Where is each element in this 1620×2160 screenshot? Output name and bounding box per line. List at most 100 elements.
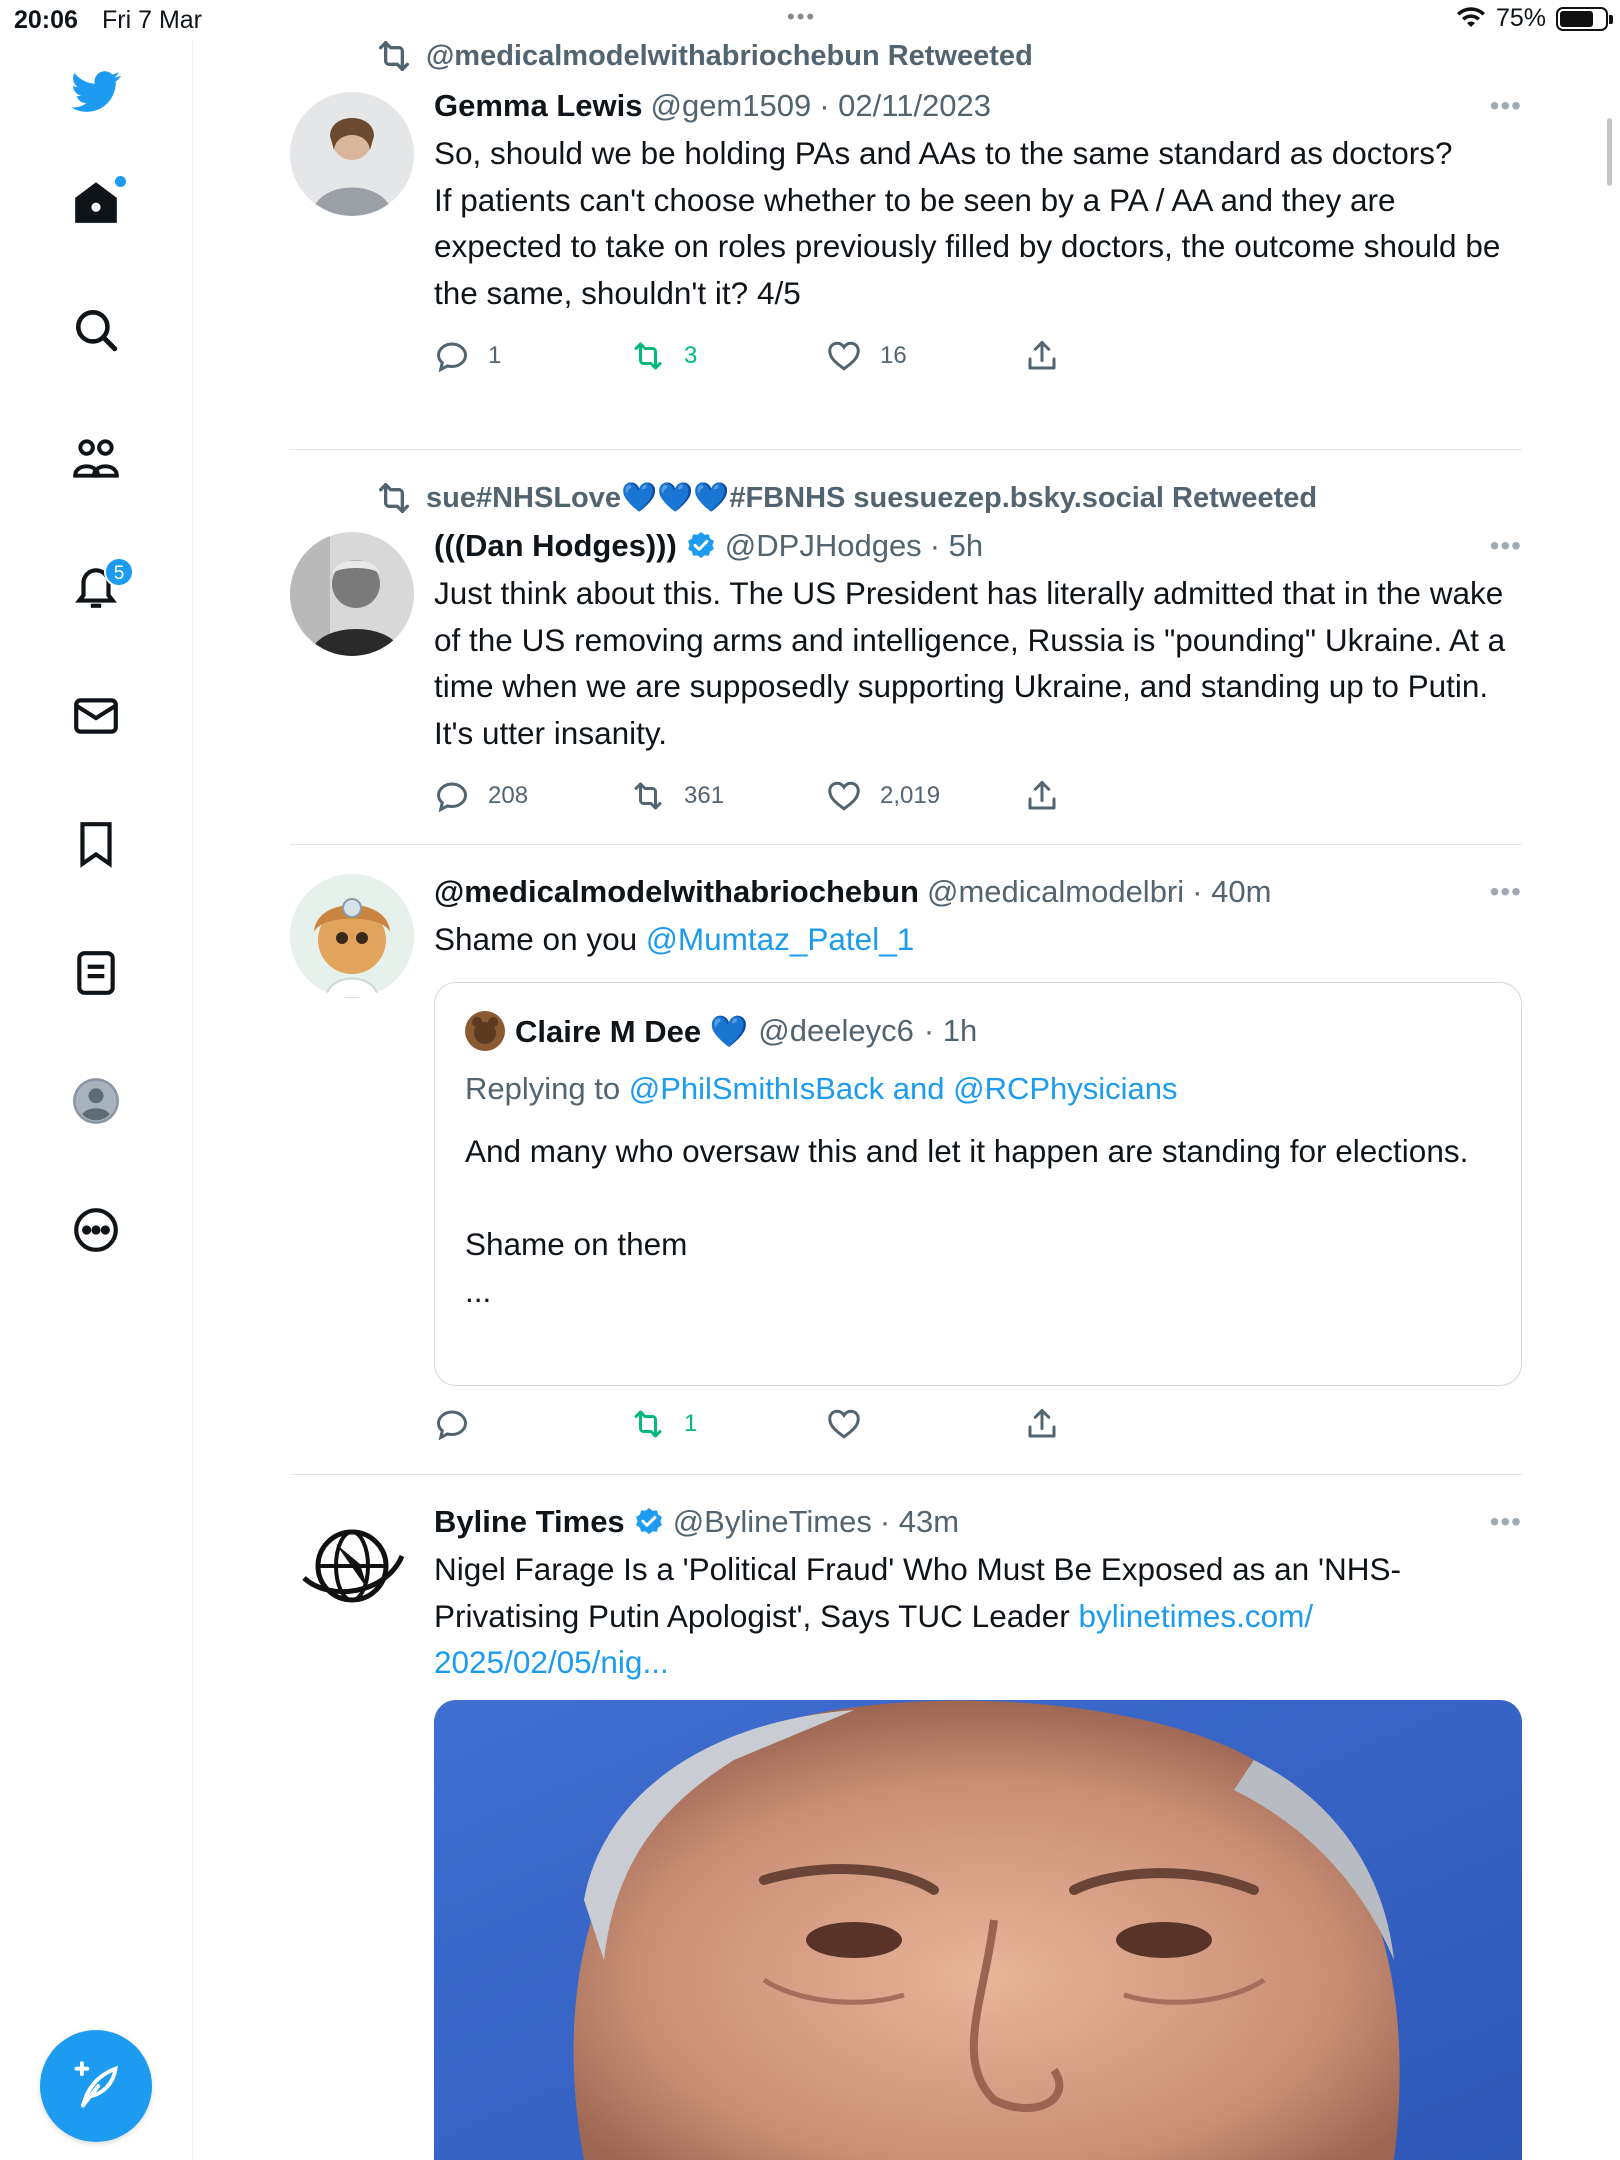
battery-icon bbox=[1556, 6, 1613, 31]
reply-button[interactable]: 208 bbox=[434, 776, 528, 816]
tweet-text: Just think about this. The US President … bbox=[434, 575, 1514, 751]
profile-avatar-icon[interactable] bbox=[62, 1067, 130, 1135]
retweet-icon bbox=[634, 782, 662, 810]
notification-badge: 5 bbox=[104, 557, 134, 587]
retweeted-banner: sue#NHSLove💙💙💙#FBNHS suesuezep.bsky.soci… bbox=[374, 480, 1317, 516]
author-name[interactable]: (((Dan Hodges))) bbox=[434, 528, 677, 564]
retweet-icon bbox=[379, 483, 409, 513]
new-content-dot bbox=[115, 176, 126, 187]
author-handle[interactable]: @gem1509 bbox=[650, 88, 811, 124]
tweet-content: Byline Times @BylineTimes · 43m ••• Nige… bbox=[434, 1500, 1522, 1686]
tweet-text: So, should we be holding PAs and AAs to … bbox=[434, 135, 1501, 311]
like-button[interactable] bbox=[826, 1404, 862, 1444]
avatar[interactable] bbox=[290, 532, 414, 656]
lists-icon[interactable] bbox=[62, 939, 130, 1007]
reply-icon bbox=[436, 782, 468, 813]
tweet-divider bbox=[290, 1474, 1522, 1475]
more-options-button[interactable]: ••• bbox=[1490, 530, 1522, 562]
author-handle[interactable]: @medicalmodelbri bbox=[927, 874, 1184, 910]
tweet-content: @medicalmodelwithabriochebun @medicalmod… bbox=[434, 870, 1522, 963]
share-button[interactable] bbox=[1024, 776, 1060, 816]
retweet-count: 1 bbox=[684, 1410, 698, 1437]
twitter-logo-icon[interactable] bbox=[62, 57, 130, 125]
home-icon[interactable] bbox=[62, 168, 130, 236]
scrollbar[interactable] bbox=[1607, 118, 1612, 186]
tweet-content: Gemma Lewis @gem1509 · 02/11/2023 ••• So… bbox=[434, 84, 1522, 388]
replying-to-prefix: Replying to bbox=[465, 1071, 629, 1106]
like-button[interactable]: 2,019 bbox=[826, 776, 940, 816]
bookmarks-icon[interactable] bbox=[62, 810, 130, 878]
quoted-author-name: Claire M Dee 💙 bbox=[515, 1013, 749, 1049]
tweet-time[interactable]: · 40m bbox=[1192, 874, 1271, 910]
retweet-count: 3 bbox=[684, 342, 698, 369]
retweet-icon bbox=[634, 342, 662, 370]
more-options-button[interactable]: ••• bbox=[1490, 90, 1522, 122]
compose-tweet-button[interactable] bbox=[40, 2030, 152, 2142]
tweet-actions: 1 bbox=[434, 1404, 1522, 1456]
tweet-divider bbox=[290, 844, 1522, 845]
retweeted-by-text: @medicalmodelwithabriochebun Retweeted bbox=[426, 39, 1033, 72]
communities-icon[interactable] bbox=[62, 425, 130, 493]
like-button[interactable]: 16 bbox=[826, 336, 907, 376]
tweet-content: (((Dan Hodges))) @DPJHodges · 5h ••• Jus… bbox=[434, 524, 1522, 828]
author-handle[interactable]: @BylineTimes bbox=[673, 1504, 872, 1540]
tweet-text: Nigel Farage Is a 'Political Fraud' Who … bbox=[434, 1546, 1522, 1686]
quoted-tweet-header: Claire M Dee 💙 @deeleyc6 · 1h bbox=[465, 1011, 977, 1051]
more-options-button[interactable]: ••• bbox=[1490, 876, 1522, 908]
author-handle[interactable]: @DPJHodges bbox=[725, 528, 922, 564]
retweet-icon bbox=[379, 41, 409, 72]
more-options-button[interactable]: ••• bbox=[1490, 1506, 1522, 1538]
author-name[interactable]: Gemma Lewis bbox=[434, 88, 642, 124]
reply-icon bbox=[436, 342, 468, 373]
avatar[interactable] bbox=[290, 874, 414, 998]
tweet-media-image[interactable] bbox=[434, 1700, 1522, 2160]
tweet-time[interactable]: · 43m bbox=[880, 1504, 959, 1540]
share-button[interactable] bbox=[1024, 1404, 1060, 1444]
retweeted-by-text: sue#NHSLove💙💙💙#FBNHS suesuezep.bsky.soci… bbox=[426, 482, 1318, 514]
avatar[interactable] bbox=[290, 1504, 414, 1628]
replying-to-links[interactable]: @PhilSmithIsBack and @RCPhysicians bbox=[629, 1071, 1178, 1106]
notifications-icon[interactable]: 5 bbox=[62, 553, 134, 621]
reply-icon bbox=[436, 1410, 468, 1441]
retweet-button[interactable]: 361 bbox=[630, 776, 724, 816]
heart-icon bbox=[828, 341, 860, 371]
battery-percent: 75% bbox=[1495, 4, 1546, 32]
more-options-icon[interactable] bbox=[62, 1196, 130, 1264]
status-date: Fri 7 Mar bbox=[102, 6, 202, 34]
share-icon bbox=[1028, 341, 1056, 370]
messages-icon[interactable] bbox=[62, 682, 130, 750]
author-name[interactable]: @medicalmodelwithabriochebun bbox=[434, 874, 919, 910]
mention-link[interactable]: @Mumtaz_Patel_1 bbox=[646, 921, 914, 957]
tweet-header: Byline Times @BylineTimes · 43m bbox=[434, 1500, 1522, 1544]
battery-fill bbox=[1560, 10, 1593, 27]
retweet-button[interactable]: 1 bbox=[630, 1404, 697, 1444]
quoted-tweet[interactable]: Claire M Dee 💙 @deeleyc6 · 1h Replying t… bbox=[434, 982, 1522, 1386]
compose-quill-icon bbox=[74, 2061, 118, 2108]
replying-to: Replying to @PhilSmithIsBack and @RCPhys… bbox=[465, 1071, 1178, 1107]
tweet-header: @medicalmodelwithabriochebun @medicalmod… bbox=[434, 870, 1522, 914]
tweet-time[interactable]: · 5h bbox=[930, 528, 983, 564]
search-icon[interactable] bbox=[62, 296, 130, 364]
verified-badge-icon bbox=[635, 1508, 662, 1535]
tweet-divider bbox=[290, 449, 1522, 450]
verified-badge-icon bbox=[687, 532, 714, 559]
reply-count: 1 bbox=[488, 342, 502, 369]
retweeted-banner: @medicalmodelwithabriochebun Retweeted bbox=[374, 38, 1033, 74]
tweet-text: Shame on you @Mumtaz_Patel_1 bbox=[434, 916, 1522, 963]
retweet-button[interactable]: 3 bbox=[630, 336, 697, 376]
multitasking-dots[interactable]: ••• bbox=[787, 4, 816, 30]
wifi-icon bbox=[1456, 6, 1485, 27]
avatar[interactable] bbox=[290, 92, 414, 216]
tweet-header: (((Dan Hodges))) @DPJHodges · 5h bbox=[434, 524, 1522, 568]
share-button[interactable] bbox=[1024, 336, 1060, 376]
quoted-author-handle: @deeleyc6 bbox=[758, 1013, 914, 1048]
tweet-time[interactable]: · 02/11/2023 bbox=[819, 88, 991, 124]
status-time: 20:06 bbox=[14, 6, 78, 34]
like-count: 16 bbox=[880, 342, 907, 369]
reply-button[interactable] bbox=[434, 1404, 470, 1444]
heart-icon bbox=[828, 1409, 860, 1439]
reply-button[interactable]: 1 bbox=[434, 336, 501, 376]
author-name[interactable]: Byline Times bbox=[434, 1504, 625, 1540]
retweet-icon bbox=[634, 1410, 662, 1438]
tweet-header: Gemma Lewis @gem1509 · 02/11/2023 bbox=[434, 84, 1522, 128]
